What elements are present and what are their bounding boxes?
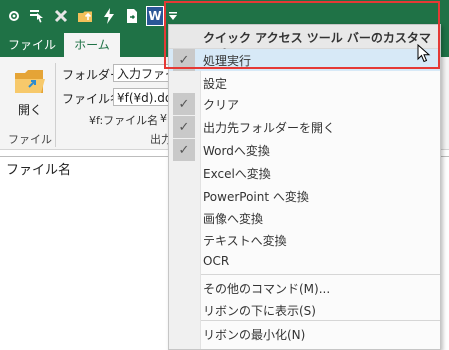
menu-item[interactable]: Excelへ変換 — [169, 162, 440, 184]
menu-item[interactable]: 設定 — [169, 72, 440, 94]
customize-qat-menu: クイック アクセス ツール バーのカスタマイズ(C) ✓ 処理実行設定 ✓ クリア ✓ 出… — [168, 24, 441, 350]
menu-item[interactable]: ✓ Wordへ変換 — [169, 139, 440, 161]
menu-separator — [201, 320, 440, 321]
menu-item-label: 設定 — [203, 77, 228, 91]
macro-hint-2: ¥ — [160, 112, 167, 125]
menu-item-label: テキストへ変換 — [203, 234, 287, 248]
menu-item[interactable]: その他のコマンド(M)... — [169, 277, 440, 299]
flash-icon[interactable] — [101, 6, 117, 26]
menu-item-label: リボンの下に表示(S) — [203, 304, 316, 318]
menu-item-label: クリア — [203, 98, 240, 112]
file-group-label: ファイル — [8, 133, 52, 146]
checkmark-icon: ✓ — [173, 93, 195, 115]
menu-item-label: Excelへ変換 — [203, 167, 271, 181]
word-icon[interactable]: W — [146, 6, 164, 26]
menu-item[interactable]: ✓ 処理実行 — [169, 49, 440, 71]
word-badge-letter: W — [148, 9, 162, 23]
menu-item[interactable]: ✓ クリア — [169, 93, 440, 115]
folder-field[interactable]: 入力ファイ — [113, 64, 173, 82]
open-button-label: 開く — [18, 103, 43, 117]
mouse-cursor-icon — [417, 44, 431, 63]
dropdown-arrow-icon[interactable] — [167, 6, 179, 26]
filename-field[interactable]: ¥f(¥d).doc — [113, 88, 173, 106]
settings-icon[interactable] — [6, 6, 22, 26]
pointer-icon[interactable] — [28, 6, 46, 26]
group-divider — [55, 63, 56, 147]
tab-file[interactable]: ファイル — [4, 33, 60, 57]
menu-item[interactable]: OCR — [169, 251, 440, 273]
menu-item-label: 出力先フォルダーを開く — [203, 121, 336, 135]
menu-item-label: 画像へ変換 — [203, 212, 264, 226]
menu-item[interactable]: リボンの下に表示(S) — [169, 299, 440, 321]
menu-item-label: その他のコマンド(M)... — [203, 282, 331, 296]
checkmark-icon: ✓ — [173, 116, 195, 138]
delete-icon[interactable] — [52, 6, 70, 26]
menu-item[interactable]: 画像へ変換 — [169, 207, 440, 229]
menu-item-label: 処理実行 — [203, 54, 252, 68]
menu-header: クイック アクセス ツール バーのカスタマイズ(C) — [169, 25, 440, 62]
menu-item-label: OCR — [203, 254, 230, 268]
menu-item[interactable]: ✓ 出力先フォルダーを開く — [169, 116, 440, 138]
checkmark-icon: ✓ — [173, 139, 195, 161]
open-folder-icon — [15, 70, 45, 93]
folder-up-icon[interactable] — [76, 6, 96, 26]
menu-item-label: リボンの最小化(N) — [203, 328, 306, 342]
menu-item[interactable]: PowerPoint へ変換 — [169, 185, 440, 207]
document-arrow-icon[interactable] — [123, 6, 141, 26]
tab-home[interactable]: ホーム — [64, 33, 120, 57]
menu-item[interactable]: テキストへ変換 — [169, 229, 440, 251]
menu-separator — [201, 274, 440, 275]
menu-item-label: PowerPoint へ変換 — [203, 190, 309, 204]
column-header-filename[interactable]: ファイル名 — [6, 159, 71, 178]
macro-hint: ¥f:ファイル名 — [89, 114, 159, 127]
menu-item-label: Wordへ変換 — [203, 144, 270, 158]
menu-item[interactable]: リボンの最小化(N) — [169, 323, 440, 345]
checkmark-icon: ✓ — [173, 49, 195, 71]
